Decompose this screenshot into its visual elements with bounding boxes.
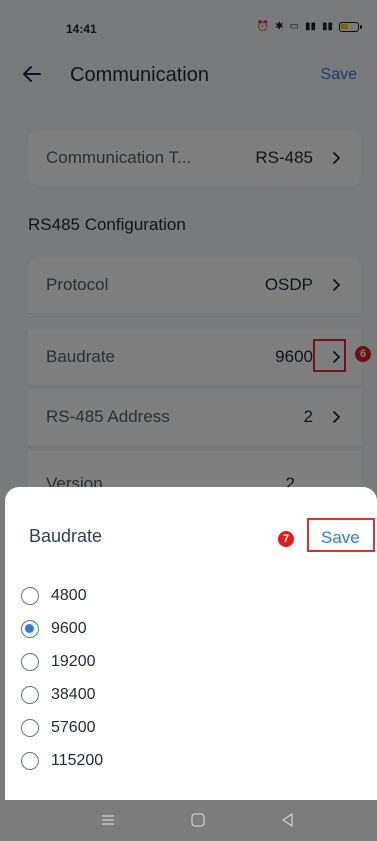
- back-icon[interactable]: [280, 812, 296, 828]
- home-icon[interactable]: [190, 812, 206, 828]
- option-label: 4800: [51, 586, 87, 604]
- radio-unchecked-icon[interactable]: [21, 751, 39, 770]
- radio-checked-icon[interactable]: [21, 619, 39, 638]
- option-label: 9600: [51, 619, 87, 637]
- option-label: 115200: [51, 751, 104, 769]
- baudrate-bottom-sheet: Baudrate 7 Save 4800 9600 19200 38400 57…: [5, 487, 377, 800]
- sheet-title: Baudrate: [29, 526, 103, 546]
- annotation-marker-7: 7: [278, 531, 294, 547]
- option-label: 19200: [51, 652, 96, 670]
- baudrate-option[interactable]: 115200: [21, 744, 321, 777]
- radio-unchecked-icon[interactable]: [21, 685, 39, 704]
- baudrate-option[interactable]: 4800: [21, 579, 321, 612]
- option-label: 57600: [51, 718, 96, 736]
- option-label: 38400: [51, 685, 96, 703]
- system-nav-bar: [0, 800, 377, 841]
- menu-icon[interactable]: [100, 812, 116, 828]
- radio-unchecked-icon[interactable]: [21, 586, 39, 605]
- baudrate-option[interactable]: 9600: [21, 612, 321, 645]
- baudrate-option[interactable]: 57600: [21, 711, 321, 744]
- sheet-save-button[interactable]: Save: [321, 528, 360, 548]
- baudrate-option[interactable]: 19200: [21, 645, 321, 678]
- radio-unchecked-icon[interactable]: [21, 652, 39, 671]
- baudrate-options: 4800 9600 19200 38400 57600 115200: [21, 579, 321, 777]
- baudrate-option[interactable]: 38400: [21, 678, 321, 711]
- radio-unchecked-icon[interactable]: [21, 718, 39, 737]
